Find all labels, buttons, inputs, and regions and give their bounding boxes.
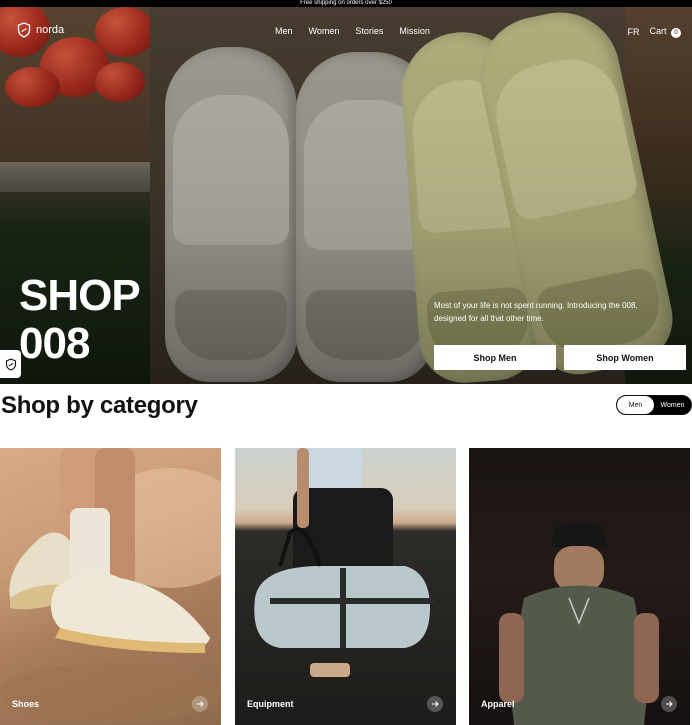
arrow-right-icon [427,696,443,712]
category-label-apparel: Apparel [481,699,515,709]
main-menu: Men Women Stories Mission [275,26,430,36]
nav-link-mission[interactable]: Mission [399,26,430,36]
nav-link-women[interactable]: Women [309,26,340,36]
announcement-text: Free shipping on orders over $250 [300,0,392,6]
hero-section: SHOP 008 Most of your life is not spent … [0,7,692,384]
category-card-equipment[interactable]: Equipment [235,448,456,725]
brand-logo[interactable]: norda [17,22,64,38]
shoes-photo [0,448,221,723]
shield-icon [5,357,16,371]
norda-logo-icon [17,22,31,38]
trust-badge[interactable] [0,350,21,378]
brand-name: norda [36,24,65,36]
nav-utilities: FR Cart 0 [627,26,681,38]
nav-link-men[interactable]: Men [275,26,293,36]
apparel-photo [499,522,659,725]
hero-title-line1: SHOP [19,271,141,320]
gender-toggle[interactable]: Men Women [616,395,692,415]
equipment-photo [254,448,435,677]
toggle-option-men[interactable]: Men [617,396,654,414]
cart-count-badge: 0 [671,28,681,38]
cart-button[interactable]: Cart 0 [649,26,681,38]
language-switch[interactable]: FR [627,27,639,37]
category-label-shoes: Shoes [12,699,40,709]
category-label-equipment: Equipment [247,699,294,709]
hero-description: Most of your life is not spent running. … [434,301,638,323]
arrow-right-icon [661,696,677,712]
announcement-bar: Free shipping on orders over $250 [0,0,692,7]
nav-link-stories[interactable]: Stories [355,26,383,36]
category-card-shoes[interactable]: Shoes [0,448,221,725]
shop-women-button[interactable]: Shop Women [564,345,686,370]
shop-men-button[interactable]: Shop Men [434,345,556,370]
cart-label: Cart [649,26,667,36]
arrow-right-icon [192,696,208,712]
category-card-apparel[interactable]: Apparel [469,448,690,725]
hero-title-line2: 008 [19,319,90,368]
section-title: Shop by category [1,392,198,419]
toggle-option-women[interactable]: Women [654,396,691,414]
top-navigation: norda Men Women Stories Mission FR Cart … [0,7,692,52]
hero-title: SHOP 008 [19,271,141,368]
